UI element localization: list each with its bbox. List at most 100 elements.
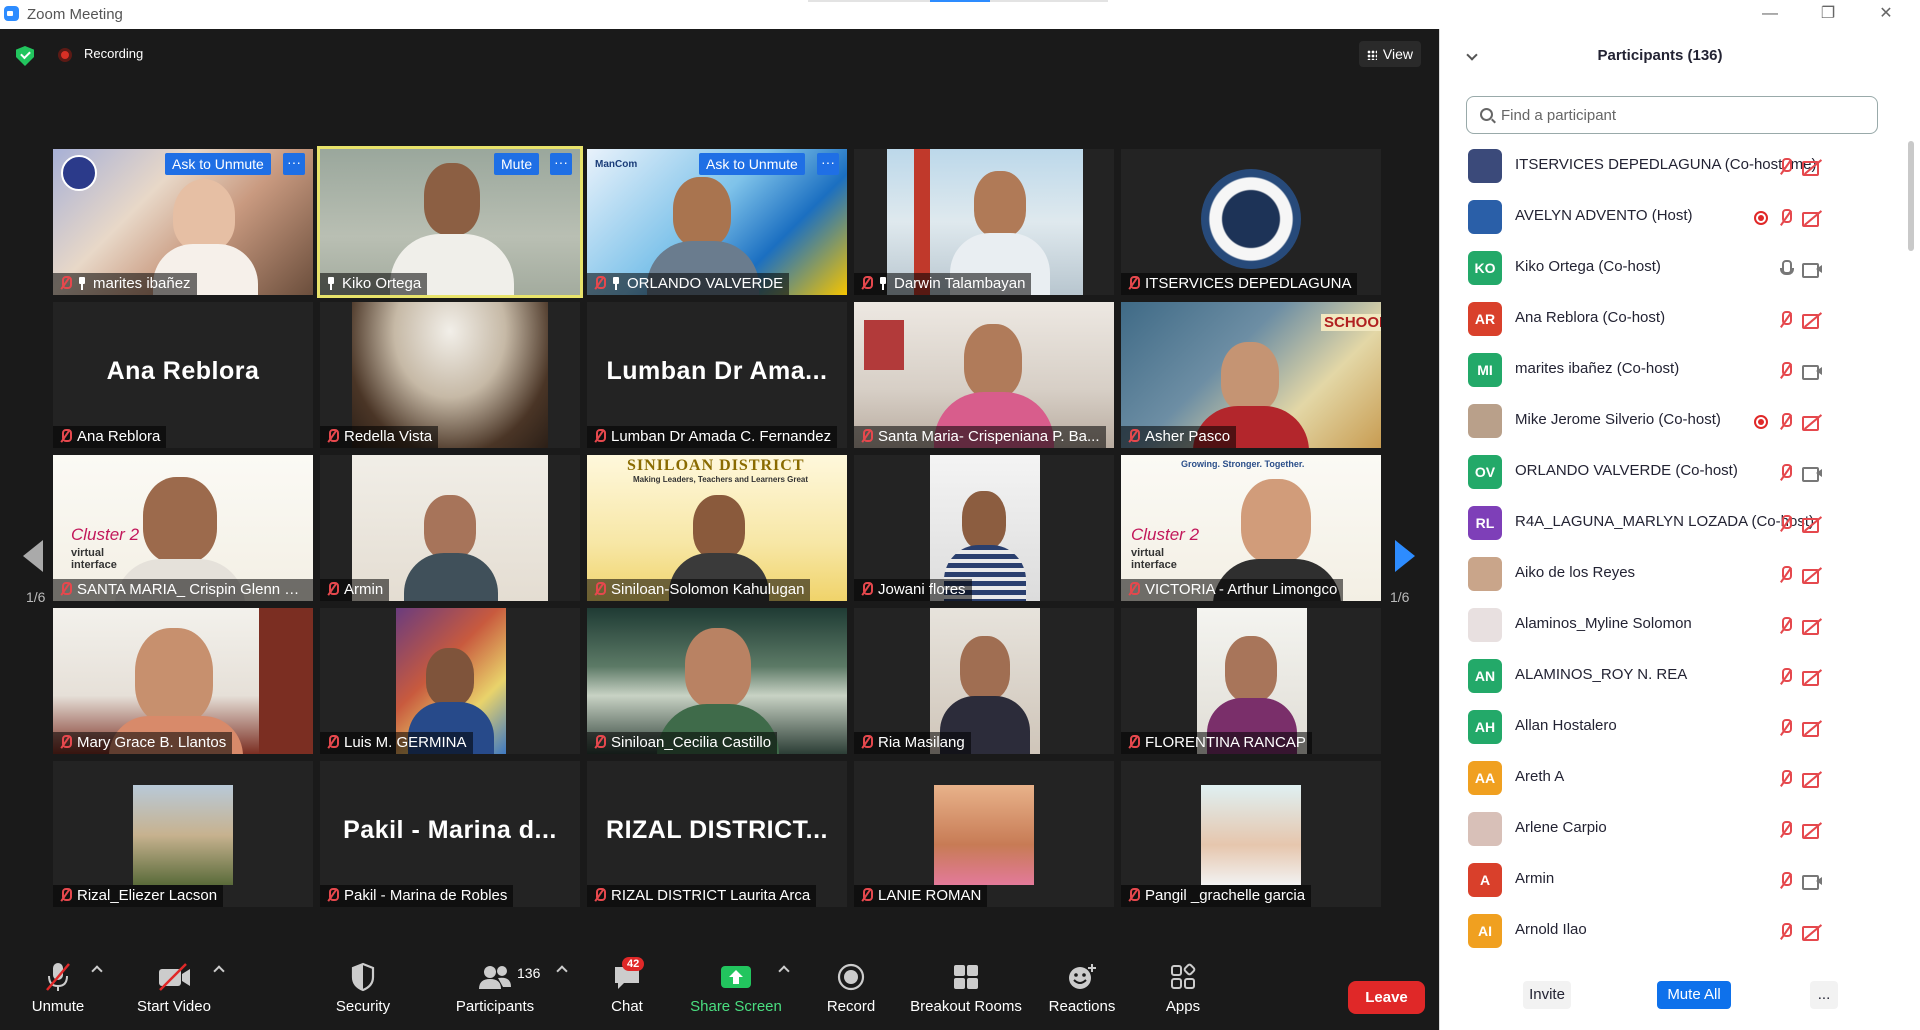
more-options-button[interactable]: ... xyxy=(1810,981,1838,1009)
video-tile-active-speaker[interactable]: Mute ··· Kiko Ortega xyxy=(317,146,583,298)
video-tile[interactable]: ITSERVICES DEPEDLAGUNA xyxy=(1121,149,1381,295)
participant-row[interactable]: Alaminos_Myline Solomon xyxy=(1440,600,1900,651)
participant-search-input[interactable] xyxy=(1501,105,1861,125)
participant-row[interactable]: ITSERVICES DEPEDLAGUNA (Co-host, me) xyxy=(1440,141,1900,192)
view-button[interactable]: View xyxy=(1358,41,1421,67)
invite-button[interactable]: Invite xyxy=(1523,981,1571,1009)
video-tile[interactable]: SINILOAN DISTRICT Making Leaders, Teache… xyxy=(587,455,847,601)
video-tile[interactable]: Luis M. GERMINA xyxy=(320,608,580,754)
next-page-arrow-icon[interactable] xyxy=(1395,540,1415,572)
video-tile[interactable]: Siniloan_Cecilia Castillo xyxy=(587,608,847,754)
mic-muted-icon[interactable] xyxy=(1776,311,1796,329)
reactions-button[interactable]: Reactions xyxy=(1044,959,1120,1015)
tile-more-button[interactable]: ··· xyxy=(550,153,572,175)
video-tile[interactable]: Ana Reblora Ana Reblora xyxy=(53,302,313,448)
restore-button[interactable]: ❐ xyxy=(1811,2,1845,26)
mute-all-button[interactable]: Mute All xyxy=(1657,981,1731,1009)
mic-muted-icon[interactable] xyxy=(1776,719,1796,737)
mic-muted-icon[interactable] xyxy=(1776,821,1796,839)
tile-more-button[interactable]: ··· xyxy=(817,153,839,175)
mic-muted-icon[interactable] xyxy=(1776,617,1796,635)
close-button[interactable]: ✕ xyxy=(1869,2,1903,26)
participant-row[interactable]: A Armin xyxy=(1440,855,1900,906)
video-off-icon[interactable] xyxy=(1802,413,1822,431)
video-on-icon[interactable] xyxy=(1802,464,1822,482)
video-tile[interactable]: Pakil - Marina d... Pakil - Marina de Ro… xyxy=(320,761,580,907)
video-off-icon[interactable] xyxy=(1802,668,1822,686)
video-tile[interactable]: Ria Masilang xyxy=(854,608,1114,754)
video-on-icon[interactable] xyxy=(1802,872,1822,890)
ask-to-unmute-button[interactable]: Ask to Unmute xyxy=(165,153,271,175)
leave-button[interactable]: Leave xyxy=(1348,981,1425,1014)
video-tile[interactable]: Santa Maria- Crispeniana P. Ba... xyxy=(854,302,1114,448)
participant-row[interactable]: OV ORLANDO VALVERDE (Co-host) xyxy=(1440,447,1900,498)
unmute-button[interactable]: Unmute xyxy=(20,959,96,1015)
video-on-icon[interactable] xyxy=(1802,362,1822,380)
ask-to-unmute-button[interactable]: Ask to Unmute xyxy=(699,153,805,175)
video-tile[interactable]: Armin xyxy=(320,455,580,601)
video-tile[interactable]: Ask to Unmute ··· marites ibañez xyxy=(53,149,313,295)
video-tile[interactable]: ManCom Ask to Unmute ··· ORLANDO VALVERD… xyxy=(587,149,847,295)
previous-page-arrow-icon[interactable] xyxy=(23,540,43,572)
security-shield-icon[interactable] xyxy=(16,46,34,66)
participant-row[interactable]: Arlene Carpio xyxy=(1440,804,1900,855)
video-tile[interactable]: Pangil _grachelle garcia xyxy=(1121,761,1381,907)
video-off-icon[interactable] xyxy=(1802,719,1822,737)
apps-button[interactable]: Apps xyxy=(1150,959,1216,1015)
video-tile[interactable]: LANIE ROMAN xyxy=(854,761,1114,907)
chat-button[interactable]: 42 Chat xyxy=(592,957,662,1015)
participant-row[interactable]: AI Arnold Ilao xyxy=(1440,906,1900,957)
participant-row[interactable]: AR Ana Reblora (Co-host) xyxy=(1440,294,1900,345)
participant-row[interactable]: MI marites ibañez (Co-host) xyxy=(1440,345,1900,396)
share-screen-button[interactable]: Share Screen xyxy=(687,959,785,1015)
participant-row[interactable]: KO Kiko Ortega (Co-host) xyxy=(1440,243,1900,294)
video-off-icon[interactable] xyxy=(1802,923,1822,941)
participant-row[interactable]: Mike Jerome Silverio (Co-host) xyxy=(1440,396,1900,447)
video-tile[interactable]: FLORENTINA RANCAP xyxy=(1121,608,1381,754)
video-tile[interactable]: Rizal_Eliezer Lacson xyxy=(53,761,313,907)
video-tile[interactable]: Redella Vista xyxy=(320,302,580,448)
mic-muted-icon[interactable] xyxy=(1776,872,1796,890)
video-tile[interactable]: Darwin Talambayan xyxy=(854,149,1114,295)
video-tile[interactable]: Growing. Stronger. Together. Cluster 2 v… xyxy=(1121,455,1381,601)
mic-muted-icon[interactable] xyxy=(1776,770,1796,788)
participant-row[interactable]: AH Allan Hostalero xyxy=(1440,702,1900,753)
participant-row[interactable]: AA Areth A xyxy=(1440,753,1900,804)
participant-row[interactable]: AVELYN ADVENTO (Host) xyxy=(1440,192,1900,243)
video-off-icon[interactable] xyxy=(1802,158,1822,176)
video-off-icon[interactable] xyxy=(1802,515,1822,533)
video-tile[interactable]: Cluster 2 virtual interface SANTA MARIA_… xyxy=(53,455,313,601)
minimize-button[interactable]: — xyxy=(1753,2,1787,26)
start-video-button[interactable]: Start Video xyxy=(128,959,220,1015)
video-off-icon[interactable] xyxy=(1802,209,1822,227)
participant-search-box[interactable] xyxy=(1466,96,1878,134)
video-off-icon[interactable] xyxy=(1802,311,1822,329)
mic-muted-icon[interactable] xyxy=(1776,923,1796,941)
participants-options-caret-icon[interactable] xyxy=(556,965,568,977)
video-tile[interactable]: Jowani flores xyxy=(854,455,1114,601)
video-off-icon[interactable] xyxy=(1802,770,1822,788)
mic-muted-icon[interactable] xyxy=(1776,209,1796,227)
breakout-rooms-button[interactable]: Breakout Rooms xyxy=(905,959,1027,1015)
video-tile[interactable]: SCHOOL Asher Pasco xyxy=(1121,302,1381,448)
tile-more-button[interactable]: ··· xyxy=(283,153,305,175)
video-tile[interactable]: RIZAL DISTRICT... RIZAL DISTRICT Laurita… xyxy=(587,761,847,907)
mic-muted-icon[interactable] xyxy=(1776,158,1796,176)
mic-muted-icon[interactable] xyxy=(1776,362,1796,380)
video-off-icon[interactable] xyxy=(1802,566,1822,584)
mic-muted-icon[interactable] xyxy=(1776,566,1796,584)
participant-row[interactable]: AN ALAMINOS_ROY N. REA xyxy=(1440,651,1900,702)
mic-muted-icon[interactable] xyxy=(1776,515,1796,533)
video-tile[interactable]: Lumban Dr Ama... Lumban Dr Amada C. Fern… xyxy=(587,302,847,448)
mic-muted-icon[interactable] xyxy=(1776,668,1796,686)
security-button[interactable]: Security xyxy=(325,959,401,1015)
video-on-icon[interactable] xyxy=(1802,260,1822,278)
participant-row[interactable]: RL R4A_LAGUNA_MARLYN LOZADA (Co-host) xyxy=(1440,498,1900,549)
participants-button[interactable]: 136 Participants xyxy=(445,959,545,1015)
mute-button[interactable]: Mute xyxy=(494,153,540,175)
mic-muted-icon[interactable] xyxy=(1776,413,1796,431)
participant-row[interactable]: Aiko de los Reyes xyxy=(1440,549,1900,600)
mic-muted-icon[interactable] xyxy=(1776,464,1796,482)
video-off-icon[interactable] xyxy=(1802,617,1822,635)
record-button[interactable]: Record xyxy=(815,959,887,1015)
